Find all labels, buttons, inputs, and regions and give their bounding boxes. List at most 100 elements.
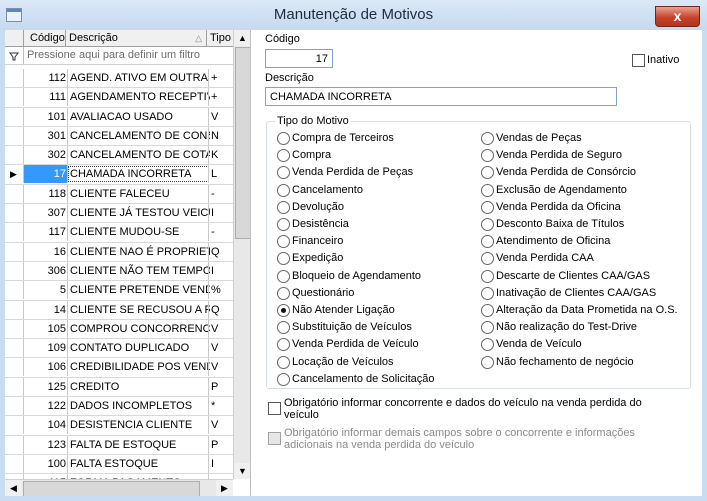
scroll-left-arrow-icon[interactable]: ◀ bbox=[5, 480, 22, 496]
scroll-up-arrow-icon[interactable]: ▲ bbox=[234, 30, 250, 46]
radio-circle-icon bbox=[277, 286, 290, 300]
cell-tipo: * bbox=[208, 397, 235, 416]
cell-descricao: CLIENTE PRETENDE VENDER bbox=[67, 281, 210, 300]
scroll-right-arrow-icon[interactable]: ▶ bbox=[216, 480, 233, 496]
cell-descricao: CLIENTE MUDOU-SE bbox=[67, 223, 210, 242]
table-row[interactable]: 117 CLIENTE MUDOU-SE - bbox=[5, 223, 233, 243]
radio-label: Venda Perdida da Oficina bbox=[496, 200, 621, 213]
cell-tipo: V bbox=[208, 319, 235, 338]
radio-circle-icon bbox=[481, 235, 494, 249]
table-row[interactable]: 301 CANCELAMENTO DE CONSO N bbox=[5, 126, 233, 147]
close-button[interactable]: x bbox=[655, 6, 700, 27]
radio-circle-icon bbox=[481, 355, 494, 369]
radio-circle-icon bbox=[277, 355, 290, 369]
client-area: Código Descrição △ Tipo Pressione aqui pa… bbox=[5, 30, 702, 496]
cell-codigo: 104 bbox=[47, 419, 66, 432]
cell-descricao: CLIENTE NÃO TEM TEMPO bbox=[67, 261, 210, 280]
cell-codigo: 5 bbox=[59, 284, 66, 297]
filter-row[interactable]: Pressione aqui para definir um filtro bbox=[5, 47, 233, 65]
table-row[interactable]: 14CLIENTE SE RECUSOU A RESQ bbox=[5, 300, 233, 320]
scroll-thumb[interactable] bbox=[235, 47, 250, 239]
grid-header: Código Descrição △ Tipo bbox=[5, 30, 233, 47]
table-row[interactable]: 122 DADOS INCOMPLETOS * bbox=[5, 397, 235, 417]
radio-label: Venda Perdida de Veículo bbox=[292, 338, 419, 351]
cell-tipo: % bbox=[208, 281, 235, 300]
column-header-descricao[interactable]: Descrição △ bbox=[67, 30, 207, 46]
table-row[interactable]: 100 FALTA ESTOQUE I bbox=[5, 454, 233, 475]
cell-descricao: CANCELAMENTO DE CONSO bbox=[67, 126, 210, 145]
obrigatorio-concorrente-checkbox[interactable] bbox=[268, 402, 281, 415]
radio-label: Vendas de Peças bbox=[496, 132, 582, 144]
table-row[interactable]: 104 DESISTENCIA CLIENTE V bbox=[5, 416, 233, 436]
table-row[interactable]: 109 CONTATO DUPLICADO V bbox=[5, 339, 233, 359]
table-row[interactable]: 123 FALTA DE ESTOQUE P bbox=[5, 435, 233, 455]
radio-label: Descarte de Clientes CAA/GAS bbox=[496, 269, 651, 282]
cell-tipo: V bbox=[208, 358, 235, 377]
table-row[interactable]: 5CLIENTE PRETENDE VENDER% bbox=[5, 281, 235, 301]
table-row[interactable]: ▶ 17 CHAMADA INCORRETA L bbox=[5, 165, 235, 185]
radio-circle-icon bbox=[481, 200, 494, 214]
radio-label: Locação de Veículos bbox=[292, 355, 394, 368]
horizontal-scroll-thumb[interactable] bbox=[23, 481, 200, 496]
radio-label: Venda Perdida de Peças bbox=[292, 166, 414, 179]
column-header-tipo[interactable]: Tipo bbox=[208, 30, 233, 46]
cell-codigo: 17 bbox=[24, 165, 68, 184]
table-row[interactable]: 16 CLIENTE NAO É PROPRIETA Q bbox=[5, 242, 233, 262]
grid-horizontal-scrollbar[interactable]: ◀ ▶ bbox=[5, 479, 233, 496]
radio-circle-icon bbox=[481, 321, 494, 335]
descricao-input[interactable]: CHAMADA INCORRETA bbox=[265, 87, 617, 106]
cell-codigo: 117 bbox=[48, 226, 66, 239]
radio-label: Alteração da Data Prometida na O.S. bbox=[496, 304, 678, 316]
cell-descricao: CLIENTE SE RECUSOU A RES bbox=[67, 300, 210, 319]
radio-label: Inativação de Clientes CAA/GAS bbox=[496, 286, 657, 299]
table-row[interactable]: 307 CLIENTE JÁ TESTOU VEICUL I bbox=[5, 204, 233, 224]
obrigatorio-concorrente-label-line2: veículo bbox=[284, 409, 319, 421]
cell-codigo: 16 bbox=[53, 245, 66, 258]
radio-circle-icon bbox=[277, 166, 290, 180]
cell-descricao: CREDITO bbox=[67, 377, 210, 396]
radio-circle-icon bbox=[481, 132, 494, 145]
table-row[interactable]: 112 AGEND. ATIVO EM OUTRA F + bbox=[5, 69, 235, 89]
cell-descricao: DESISTENCIA CLIENTE bbox=[67, 416, 210, 435]
row-indicator bbox=[5, 204, 24, 223]
radio-label: Compra bbox=[292, 149, 332, 162]
cell-codigo: 118 bbox=[48, 187, 66, 200]
cell-codigo: 111 bbox=[49, 91, 66, 104]
radio-circle-icon bbox=[481, 338, 494, 352]
table-row[interactable]: 101 AVALIACAO USADO V bbox=[5, 107, 233, 127]
radio-circle-icon bbox=[277, 149, 290, 163]
radio-label: Bloqueio de Agendamento bbox=[292, 269, 422, 282]
inativo-checkbox[interactable] bbox=[632, 54, 645, 67]
codigo-input[interactable]: 17 bbox=[265, 49, 333, 68]
cell-codigo: 106 bbox=[47, 361, 66, 374]
motivos-grid[interactable]: Código Descrição △ Tipo Pressione aqui pa… bbox=[5, 30, 251, 496]
column-header-codigo[interactable]: Código bbox=[24, 30, 66, 46]
table-row[interactable]: 302 CANCELAMENTO DE COTA K bbox=[5, 146, 233, 166]
radio-circle-icon bbox=[481, 149, 494, 163]
cell-codigo: 123 bbox=[47, 438, 66, 451]
inativo-label: Inativo bbox=[647, 54, 680, 66]
radio-circle-icon bbox=[481, 183, 494, 197]
cell-codigo: 125 bbox=[47, 380, 66, 393]
table-row[interactable]: 118 CLIENTE FALECEU - bbox=[5, 184, 233, 205]
radio-circle-icon bbox=[277, 200, 290, 214]
table-row[interactable]: 105 COMPROU CONCORRENCIA V bbox=[5, 319, 235, 340]
tipo-do-motivo-group: Tipo do Motivo Compra de Terceiros Compra… bbox=[266, 115, 691, 389]
radio-circle-icon bbox=[481, 286, 494, 300]
row-indicator bbox=[5, 339, 24, 358]
codigo-label: Código bbox=[265, 33, 300, 45]
cell-descricao: COMPROU CONCORRENCIA bbox=[67, 319, 210, 338]
grid-header-indicator bbox=[5, 30, 24, 46]
table-row[interactable]: 306 CLIENTE NÃO TEM TEMPO I bbox=[5, 261, 233, 282]
obrigatorio-demais-campos-label-line1: Obrigatório informar demais campos sobre… bbox=[284, 427, 635, 439]
row-indicator bbox=[5, 281, 24, 300]
table-row[interactable]: 106 CREDIBILIDADE POS VENDA V bbox=[5, 358, 235, 378]
cell-tipo: + bbox=[208, 69, 235, 87]
scroll-down-arrow-icon[interactable]: ▼ bbox=[234, 463, 250, 479]
radio-label: Desconto Baixa de Títulos bbox=[496, 218, 625, 230]
cell-tipo: L bbox=[208, 165, 235, 184]
row-pointer-icon: ▶ bbox=[5, 165, 24, 184]
grid-vertical-scrollbar[interactable]: ▲ ▼ bbox=[233, 30, 250, 479]
table-row[interactable]: 125 CREDITO P bbox=[5, 377, 233, 398]
table-row[interactable]: 111 AGENDAMENTO RECEPTIVO + bbox=[5, 88, 233, 108]
